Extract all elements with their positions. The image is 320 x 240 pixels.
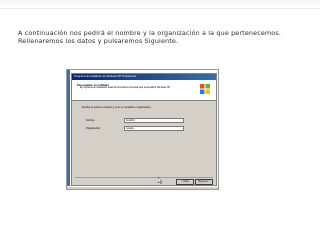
back-button[interactable]: < Atrás	[176, 179, 194, 185]
next-button[interactable]: Siguiente >	[195, 179, 213, 185]
organization-input[interactable]: Google	[124, 126, 184, 131]
wizard-prompt: Escriba su nombre completo y el de su co…	[82, 106, 152, 109]
organization-label: Organización:	[86, 127, 101, 130]
top-banner	[0, 0, 320, 9]
caption-line-1: A continuación nos pedirá el nombre y la…	[18, 29, 282, 37]
windows-logo-icon	[200, 84, 210, 94]
taskbar	[67, 186, 218, 189]
wizard-header: Personalice su software El programa de i…	[72, 80, 216, 101]
setup-wizard-window: Programa de instalación de Windows XP Pr…	[71, 73, 217, 186]
mouse-cursor-icon	[158, 177, 163, 184]
name-label: Nombre:	[86, 119, 96, 122]
setup-screenshot: Programa de instalación de Windows XP Pr…	[66, 69, 219, 190]
desktop-background	[67, 70, 70, 189]
caption-line-2: Rellenaremos los datos y pulsaremos Sigu…	[18, 37, 179, 45]
slide-caption: A continuación nos pedirá el nombre y la…	[18, 29, 318, 45]
wizard-header-subtitle: El programa de instalación usará la info…	[80, 87, 171, 89]
button-separator	[75, 177, 213, 178]
name-input[interactable]: AulaClic	[124, 118, 184, 123]
